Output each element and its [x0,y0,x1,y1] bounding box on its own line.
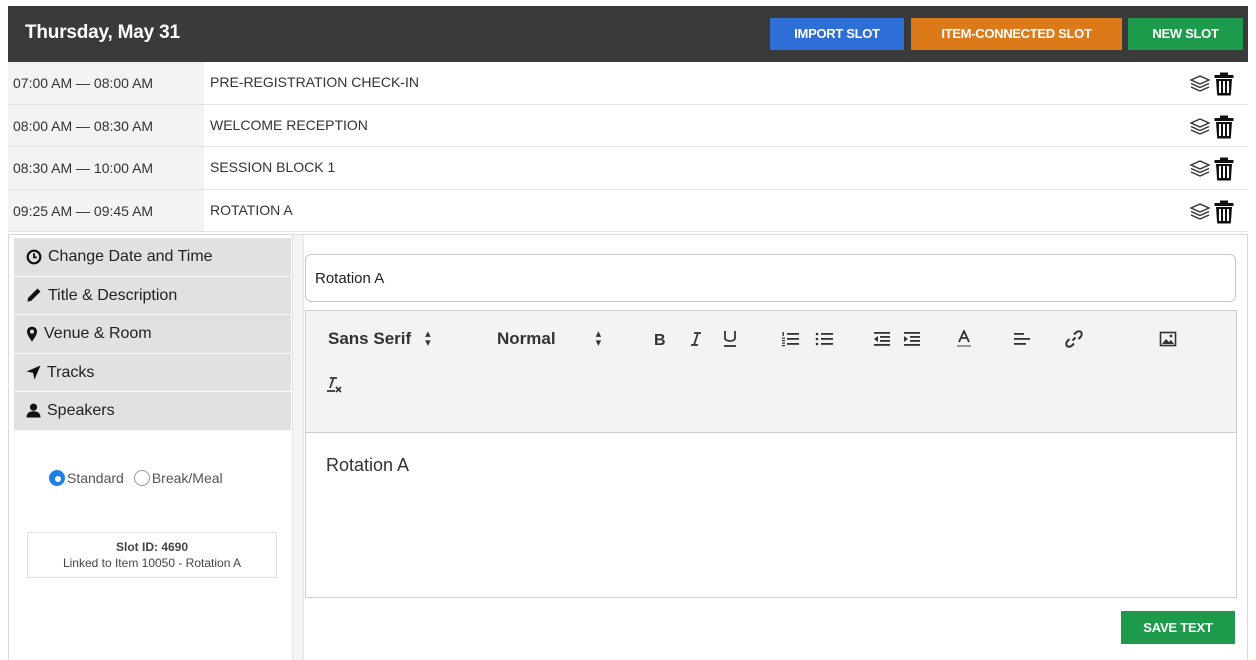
tab-label: Title & Description [48,286,178,304]
editor-tabs: Change Date and Time Title & Description… [14,238,291,431]
editor-toolbar: Sans Serif ▴ ▾ Normal ▴ ▾ B [306,311,1236,433]
slot-actions [1189,115,1234,139]
slot-info-box: Slot ID: 4690 Linked to Item 10050 - Rot… [27,532,277,578]
layers-icon[interactable] [1189,72,1211,96]
layers-icon[interactable] [1189,157,1211,181]
slot-actions [1189,200,1234,224]
link-icon[interactable] [1062,327,1086,351]
font-family-value: Sans Serif [328,329,412,348]
import-slot-button[interactable]: IMPORT SLOT [770,18,904,50]
standard-radio[interactable] [49,470,65,486]
slot-row[interactable]: 08:00 AM — 08:30 AM WELCOME RECEPTION [8,104,1248,147]
layers-icon[interactable] [1189,115,1211,139]
user-icon [26,403,41,418]
trash-icon[interactable] [1214,200,1234,224]
tab-change-date-time[interactable]: Change Date and Time [14,238,291,277]
underline-icon[interactable] [718,327,742,351]
slot-editor: Change Date and Time Title & Description… [8,234,1248,660]
tab-label: Tracks [47,363,95,381]
italic-icon[interactable] [684,327,708,351]
tab-tracks[interactable]: Tracks [14,353,291,392]
day-header: Thursday, May 31 IMPORT SLOT ITEM-CONNEC… [8,6,1248,62]
align-icon[interactable] [1010,327,1034,351]
tab-title-description[interactable]: Title & Description [14,276,291,315]
font-family-select[interactable]: Sans Serif ▴ ▾ [328,329,431,349]
slot-actions [1189,72,1234,96]
trash-icon[interactable] [1214,72,1234,96]
editor-content[interactable]: Rotation A [306,433,1236,597]
text-color-icon[interactable] [952,327,976,351]
trash-icon[interactable] [1214,115,1234,139]
bullet-list-icon[interactable] [812,327,836,351]
new-slot-button[interactable]: NEW SLOT [1128,18,1243,50]
item-connected-slot-button[interactable]: ITEM-CONNECTED SLOT [911,18,1122,50]
slot-title[interactable]: SESSION BLOCK 1 [210,147,335,189]
panel-divider [292,235,304,660]
map-pin-icon [27,326,37,342]
slot-row[interactable]: 08:30 AM — 10:00 AM SESSION BLOCK 1 [8,147,1248,190]
break-meal-radio[interactable] [133,470,150,486]
clock-icon [26,249,42,265]
font-size-value: Normal [497,329,556,348]
tab-label: Venue & Room [44,325,152,343]
image-icon[interactable] [1156,327,1180,351]
slot-row[interactable]: 07:00 AM — 08:00 AM PRE-REGISTRATION CHE… [8,62,1248,105]
trash-icon[interactable] [1214,157,1234,181]
slot-list: 07:00 AM — 08:00 AM PRE-REGISTRATION CHE… [8,62,1248,232]
bold-icon[interactable]: B [648,327,672,351]
ordered-list-icon[interactable] [778,327,802,351]
indent-icon[interactable] [900,327,924,351]
select-arrows-icon: ▴ ▾ [425,328,431,349]
rich-text-editor: Sans Serif ▴ ▾ Normal ▴ ▾ B Rotation A [305,310,1237,598]
break-meal-radio-label[interactable]: Break/Meal [152,470,223,486]
location-arrow-icon [26,365,41,380]
layers-icon[interactable] [1189,200,1211,224]
pencil-icon [27,288,41,302]
tab-label: Speakers [47,402,115,420]
tab-label: Change Date and Time [48,248,213,266]
slot-type-radio-group: Standard Break/Meal [49,470,233,486]
slot-time: 07:00 AM — 08:00 AM [8,62,204,104]
linked-item-text: Linked to Item 10050 - Rotation A [62,556,242,570]
svg-text:B: B [654,332,666,347]
slot-title[interactable]: PRE-REGISTRATION CHECK-IN [210,62,419,104]
slot-time: 09:25 AM — 09:45 AM [8,189,204,231]
save-text-button[interactable]: SAVE TEXT [1121,611,1235,644]
slot-id: Slot ID: 4690 [115,540,189,554]
tab-venue-room[interactable]: Venue & Room [14,315,291,354]
font-size-select[interactable]: Normal ▴ ▾ [497,329,601,349]
tab-speakers[interactable]: Speakers [14,392,291,431]
slot-title[interactable]: WELCOME RECEPTION [210,105,368,147]
day-title: Thursday, May 31 [25,22,180,43]
outdent-icon[interactable] [870,327,894,351]
slot-title-input[interactable] [305,254,1236,302]
slot-title[interactable]: ROTATION A [210,190,293,232]
slot-row[interactable]: 09:25 AM — 09:45 AM ROTATION A [8,189,1248,232]
clear-format-icon[interactable] [322,373,346,397]
slot-time: 08:30 AM — 10:00 AM [8,147,204,189]
slot-time: 08:00 AM — 08:30 AM [8,104,204,146]
standard-radio-label[interactable]: Standard [67,470,124,486]
schedule-day-panel: Thursday, May 31 IMPORT SLOT ITEM-CONNEC… [8,6,1248,660]
slot-actions [1189,157,1234,181]
select-arrows-icon: ▴ ▾ [595,328,602,349]
